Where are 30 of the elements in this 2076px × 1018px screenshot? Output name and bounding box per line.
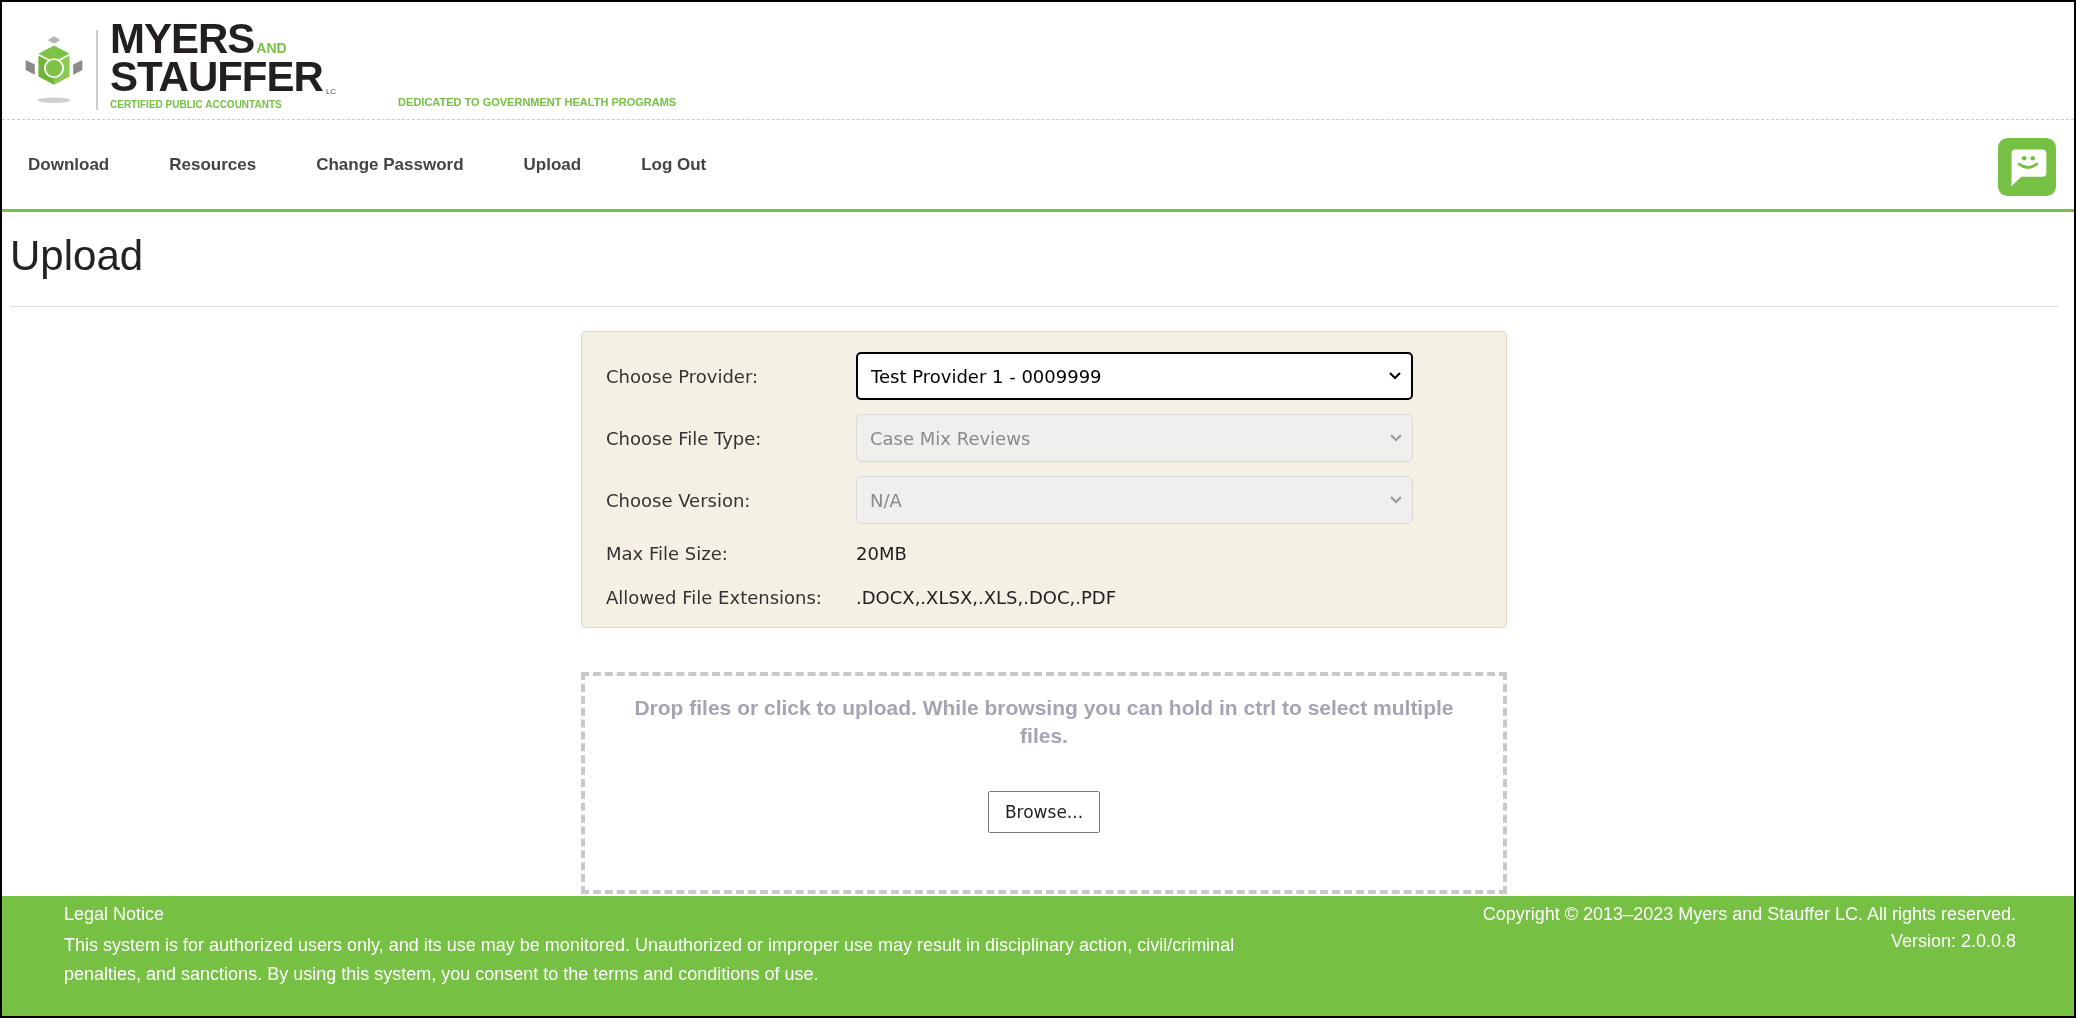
legal-notice: This system is for authorized users only, and its use may be monitored. Unauthorized or improper use may result in disciplinary action, civil/criminal penalties, and sanctions. By using this system, you consent to the terms and conditions of use. <box>64 934 1236 986</box>
dropdown[interactable]: Test Provider 1 - 0009999 <box>856 352 1413 400</box>
page-title: Upload <box>10 232 144 280</box>
nav-link[interactable]: Download <box>28 154 110 175</box>
chevron-icon <box>1390 496 1402 504</box>
version-text: Version: 2.0.0.8 <box>1890 931 2016 952</box>
nav-link[interactable]: Change Password <box>316 154 464 175</box>
tagline: DEDICATED TO GOVERNMENT HEALTH PROGRAMS <box>398 95 677 108</box>
field-value: .DOCX,.XLSX,.XLS,.DOC,.PDF <box>856 586 1116 608</box>
logo-wordmark: MYERS <box>110 20 255 58</box>
chat-icon[interactable] <box>1998 137 2056 196</box>
nav-link[interactable]: Upload <box>523 154 582 175</box>
logo-suffix: LC <box>325 88 337 96</box>
field-label: Choose Provider: <box>606 365 760 387</box>
logo-subtitle: CERTIFIED PUBLIC ACCOUNTANTS <box>110 98 283 110</box>
chevron-icon <box>1389 372 1401 380</box>
field-value: 20MB <box>856 542 907 564</box>
field-label: Allowed File Extensions: <box>606 586 823 608</box>
chevron-icon <box>1390 434 1402 442</box>
drop-hint: Drop files or click to upload. While browsing you can hold in ctrl to select multiple files. <box>633 695 1455 750</box>
field-label: Choose File Type: <box>606 427 763 449</box>
logo-wordmark: STAUFFER <box>110 57 323 96</box>
field-label: Max File Size: <box>606 542 729 564</box>
browse-button[interactable]: Browse... <box>987 790 1101 833</box>
nav-link[interactable]: Resources <box>169 154 257 175</box>
logo-and-text: AND <box>256 42 287 55</box>
copyright-text: Copyright © 2013–2023 Myers and Stauffer LC. All rights reserved. <box>1482 904 2016 925</box>
field-label: Choose Version: <box>606 489 752 511</box>
nav-link[interactable]: Log Out <box>641 154 707 175</box>
footer-title: Legal Notice <box>64 904 166 925</box>
